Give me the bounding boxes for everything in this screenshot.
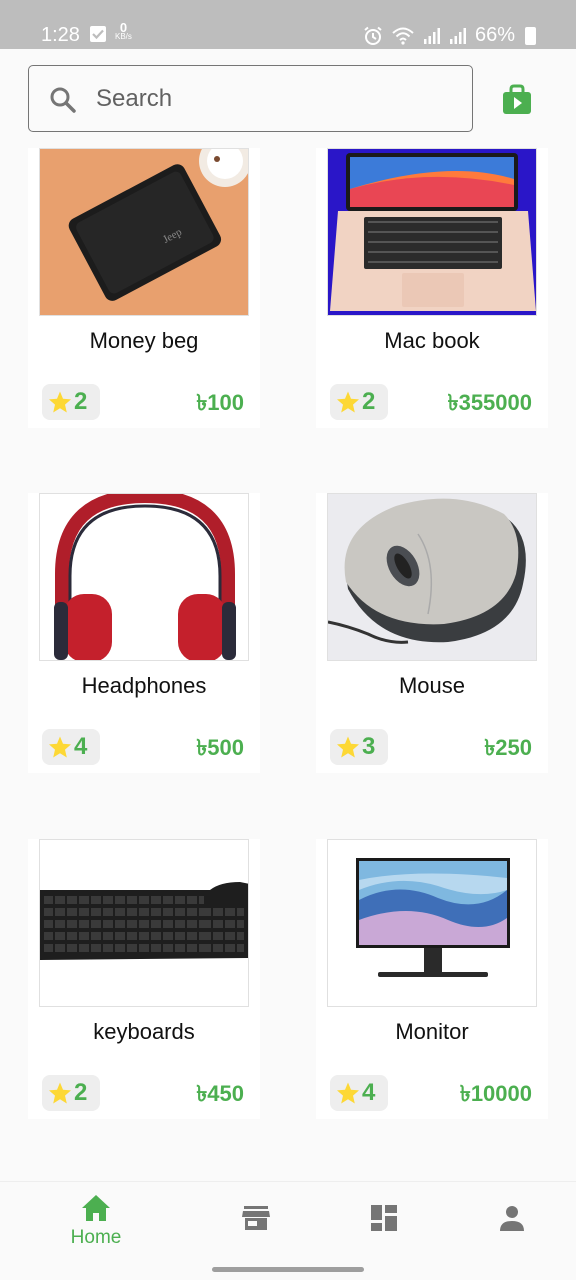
rating-badge: 4 [42,729,100,765]
rating-value: 2 [362,388,376,415]
star-icon [337,1082,359,1104]
rating-badge: 3 [330,729,388,765]
product-card[interactable]: Mac book 2 ৳355000 [316,148,548,428]
product-name: Mac book [384,328,480,353]
network-speed-value: 0 [119,20,128,35]
search-input[interactable]: Search [28,65,473,132]
product-image-headphones [39,493,249,661]
product-image-laptop [327,148,537,316]
product-name: Monitor [395,1019,469,1044]
product-card[interactable]: Jeep Money beg 2 ৳100 [28,148,260,428]
search-header: Search [0,49,576,145]
product-price: ৳100 [196,390,244,415]
search-placeholder: Search [96,85,173,112]
dashboard-icon [371,1205,397,1231]
product-image-keyboard [39,839,249,1007]
star-icon [49,1082,71,1104]
product-price: ৳500 [196,735,244,760]
signal-icon [423,27,440,44]
battery-icon [525,26,536,45]
wifi-icon [392,27,414,45]
product-image-mouse [327,493,537,661]
network-speed-unit: KB/s [115,32,132,41]
star-icon [337,736,359,758]
home-indicator[interactable] [212,1267,364,1272]
network-speed: 0 KB/s [115,20,132,41]
product-price: ৳355000 [447,390,532,415]
product-name: keyboards [93,1019,195,1044]
alarm-icon [364,26,382,45]
product-name: Mouse [398,673,466,698]
product-price: ৳450 [196,1081,244,1106]
nav-label-home: Home [70,1227,122,1248]
product-card[interactable]: Headphones 4 ৳500 [28,493,260,773]
rating-value: 2 [74,388,88,415]
status-bar: 1:28 0 KB/s 66% [0,0,576,49]
status-time: 1:28 [41,24,80,46]
nav-item-profile[interactable] [472,1194,552,1237]
rating-value: 4 [74,733,88,760]
rating-value: 3 [362,733,376,760]
rating-badge: 2 [42,1075,100,1111]
battery-level: 66% [474,24,515,46]
product-card[interactable]: keyboards 2 ৳450 [28,839,260,1119]
rating-badge: 2 [330,384,388,420]
product-card[interactable]: Monitor 4 ৳10000 [316,839,548,1119]
rating-value: 4 [362,1079,376,1106]
search-icon [50,87,76,113]
shopping-bag-icon [503,84,531,114]
product-name: Money beg [89,328,199,353]
product-image-monitor [327,839,537,1007]
star-icon [49,391,71,413]
nav-item-home[interactable]: Home [56,1194,136,1249]
product-price: ৳250 [484,735,532,760]
status-icons: 66% [363,24,536,47]
cart-button[interactable] [500,83,534,117]
person-icon [500,1206,524,1231]
product-image-wallet: Jeep [39,148,249,316]
nav-item-store[interactable] [216,1194,296,1237]
signal-icon-2 [449,27,466,44]
star-icon [337,391,359,413]
nav-item-dashboard[interactable] [344,1194,424,1237]
rating-value: 2 [74,1079,88,1106]
product-name: Headphones [81,673,207,698]
store-icon [242,1206,270,1230]
product-card[interactable]: Mouse 3 ৳250 [316,493,548,773]
product-price: ৳10000 [459,1081,532,1106]
checkbox-notification-icon [90,26,106,42]
rating-badge: 4 [330,1075,388,1111]
star-icon [49,736,71,758]
rating-badge: 2 [42,384,100,420]
home-icon [82,1195,110,1221]
bottom-nav: Home [0,1181,576,1260]
